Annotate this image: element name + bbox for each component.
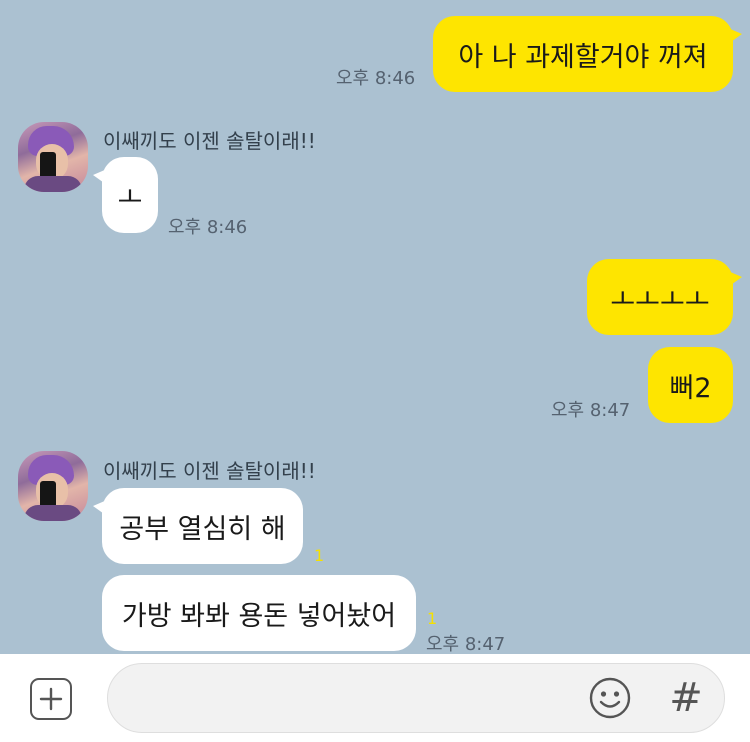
message-text: 아 나 과제할거야 꺼져 (458, 41, 708, 73)
sender-name: 이쌔끼도 이젠 솔탈이래!! (103, 459, 316, 483)
their-message-bubble[interactable]: 가방 봐봐 용돈 넣어놨어 (102, 575, 416, 651)
message-text: 뻐2 (669, 372, 712, 404)
sender-name: 이쌔끼도 이젠 솔탈이래!! (103, 129, 316, 153)
profile-avatar[interactable] (18, 451, 88, 521)
hashtag-button[interactable]: # (664, 674, 708, 722)
my-message-bubble[interactable]: 아 나 과제할거야 꺼져 (433, 16, 742, 92)
message-text: ㅗ (117, 182, 143, 214)
plus-button[interactable] (30, 678, 72, 720)
unread-count: 1 (427, 609, 438, 628)
message-input[interactable] (107, 663, 725, 733)
message-time: 오후 8:47 (426, 634, 506, 655)
unread-count: 1 (314, 546, 325, 565)
my-message-bubble[interactable]: ㅗㅗㅗㅗ (587, 259, 742, 335)
my-message-bubble[interactable]: 뻐2 (648, 347, 733, 423)
emoji-icon[interactable] (589, 677, 631, 719)
profile-avatar[interactable] (18, 122, 88, 192)
their-message-bubble[interactable]: ㅗ (93, 157, 158, 233)
their-message-bubble[interactable]: 공부 열심히 해 (93, 488, 303, 564)
message-time: 오후 8:47 (551, 400, 631, 421)
message-time: 오후 8:46 (336, 68, 416, 89)
message-text: 공부 열심히 해 (119, 513, 286, 545)
message-text: 가방 봐봐 용돈 넣어놨어 (121, 600, 397, 632)
message-text: ㅗㅗㅗㅗ (610, 284, 710, 316)
chat-area[interactable]: 아 나 과제할거야 꺼져 오후 8:46 이쌔끼도 이젠 솔탈이래!! ㅗ 오후… (0, 0, 750, 655)
plus-icon (39, 687, 63, 711)
message-time: 오후 8:46 (168, 217, 248, 238)
